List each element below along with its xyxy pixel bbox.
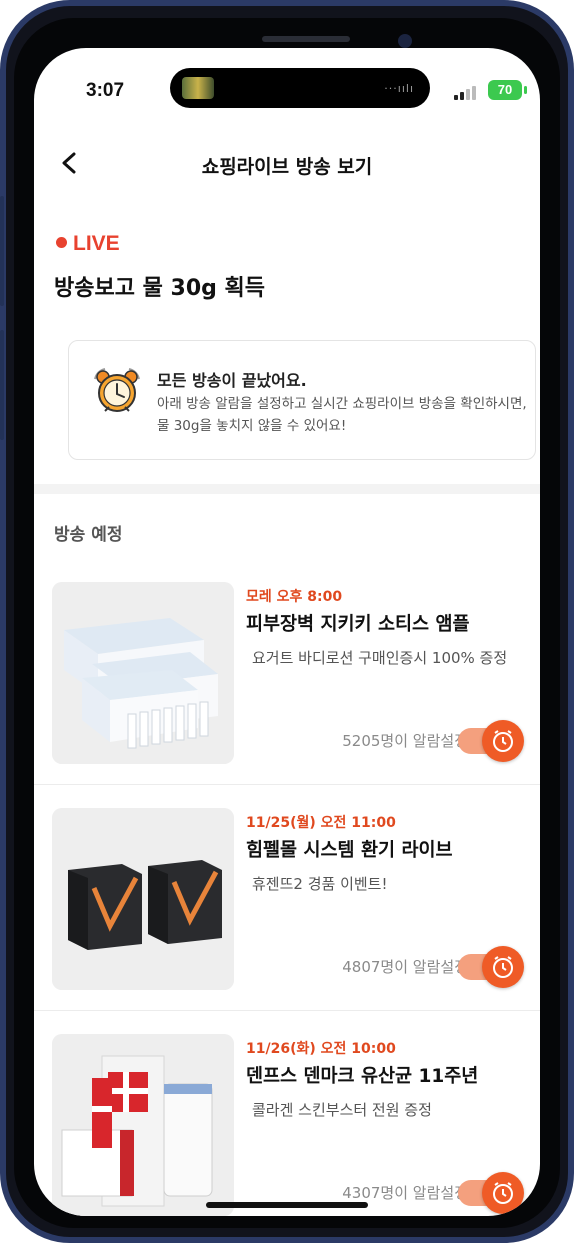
alarm-toggle[interactable]	[458, 946, 524, 988]
phone-screenshot: 3:07 ···ıılı 70 쇼핑라이브 방송 보기 LIVE 방송보고 물 …	[0, 0, 574, 1243]
home-indicator[interactable]	[206, 1202, 368, 1208]
product-thumbnail[interactable]	[52, 1034, 234, 1216]
broadcast-time: 11/26(화) 오전 10:00	[246, 1041, 396, 1057]
live-label: LIVE	[73, 232, 120, 255]
camera	[398, 34, 412, 48]
alarm-toggle[interactable]	[458, 1172, 524, 1214]
reward-headline: 방송보고 물 30g 획득	[54, 276, 266, 301]
alarm-clock-icon	[482, 946, 524, 988]
section-title: 방송 예정	[54, 525, 123, 545]
live-dot-icon	[56, 237, 67, 248]
broadcast-time: 모레 오후 8:00	[246, 589, 343, 605]
battery-icon: 70	[488, 80, 522, 100]
product-description: 휴젠뜨2 경품 이벤트!	[252, 875, 388, 893]
product-name[interactable]: 피부장벽 지키키 소티스 앰플	[246, 610, 536, 636]
list-item[interactable]: 11/26(화) 오전 10:00 덴프스 덴마크 유산균 11주년 콜라겐 스…	[34, 1034, 540, 1216]
product-thumbnail[interactable]	[52, 582, 234, 764]
status-time: 3:07	[86, 80, 125, 101]
row-divider	[34, 1010, 540, 1011]
product-description: 콜라겐 스킨부스터 전원 증정	[252, 1101, 432, 1119]
product-description: 요거트 바디로션 구매인증시 100% 증정	[252, 649, 508, 667]
live-activity-thumbnail	[182, 77, 214, 99]
product-name[interactable]: 덴프스 덴마크 유산균 11주년	[246, 1062, 536, 1088]
list-item[interactable]: 모레 오후 8:00 피부장벽 지키키 소티스 앰플 요거트 바디로션 구매인증…	[34, 582, 540, 786]
signal-icon	[454, 84, 480, 100]
app-screen: 3:07 ···ıılı 70 쇼핑라이브 방송 보기 LIVE 방송보고 물 …	[34, 48, 540, 1216]
alarm-clock-icon	[482, 720, 524, 762]
alarm-count: 4807명이 알람설정	[342, 958, 468, 976]
speaker	[262, 36, 350, 42]
product-thumbnail[interactable]	[52, 808, 234, 990]
notice-card: 모든 방송이 끝났어요. 아래 방송 알람을 설정하고 실시간 쇼핑라이브 방송…	[68, 340, 536, 460]
alarm-count: 4307명이 알람설정	[342, 1184, 468, 1202]
volume-button-lower	[0, 330, 4, 440]
dynamic-island: ···ıılı	[170, 68, 430, 108]
notice-title: 모든 방송이 끝났어요.	[157, 371, 307, 390]
notice-body: 아래 방송 알람을 설정하고 실시간 쇼핑라이브 방송을 확인하시면, 물 30…	[157, 396, 527, 434]
live-badge: LIVE	[56, 232, 120, 256]
battery-tip	[524, 86, 527, 94]
alarm-clock-icon	[94, 368, 140, 412]
volume-button	[0, 196, 4, 306]
section-divider	[34, 484, 540, 494]
product-name[interactable]: 힘펠몰 시스템 환기 라이브	[246, 836, 536, 862]
alarm-clock-icon	[482, 1172, 524, 1214]
alarm-toggle[interactable]	[458, 720, 524, 762]
audio-wave-icon: ···ıılı	[384, 82, 414, 95]
list-item[interactable]: 11/25(월) 오전 11:00 힘펠몰 시스템 환기 라이브 휴젠뜨2 경품…	[34, 808, 540, 1012]
broadcast-time: 11/25(월) 오전 11:00	[246, 815, 396, 831]
page-title: 쇼핑라이브 방송 보기	[201, 156, 373, 178]
alarm-count: 5205명이 알람설정	[342, 732, 468, 750]
row-divider	[34, 784, 540, 785]
